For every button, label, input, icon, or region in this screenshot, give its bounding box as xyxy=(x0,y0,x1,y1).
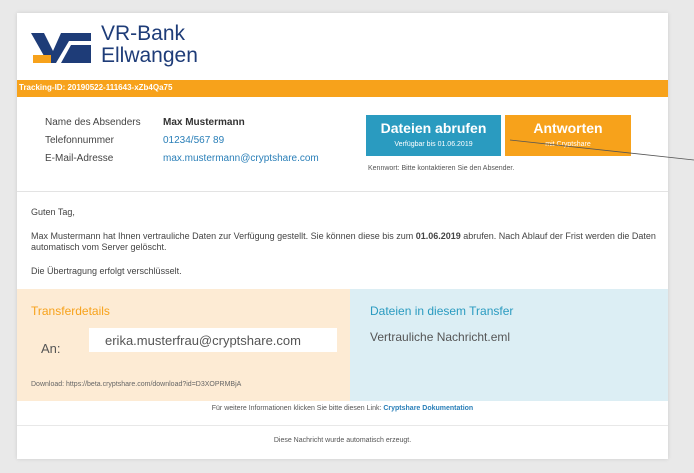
reply-button[interactable]: Antworten mit Cryptshare xyxy=(505,115,631,156)
reply-sub: mit Cryptshare xyxy=(545,141,591,148)
file-item[interactable]: Vertrauliche Nachricht.eml xyxy=(370,330,510,344)
footer-info-text: Für weitere Informationen klicken Sie bi… xyxy=(211,405,384,412)
sender-info: Name des Absenders Max Mustermann Telefo… xyxy=(45,116,319,170)
sender-phone-label: Telefonnummer xyxy=(45,135,114,146)
footer-divider xyxy=(17,425,668,426)
bank-name-line1: VR-Bank xyxy=(101,22,186,45)
divider xyxy=(17,191,668,192)
recipient-label: An: xyxy=(41,341,61,356)
sender-email-link[interactable]: max.mustermann@cryptshare.com xyxy=(163,152,319,170)
footer-info: Für weitere Informationen klicken Sie bi… xyxy=(17,405,668,412)
recipient-email[interactable]: erika.musterfrau@cryptshare.com xyxy=(105,333,301,348)
encryption-note: Die Übertragung erfolgt verschlüsselt. xyxy=(31,266,182,276)
bank-name-line2: Ellwangen xyxy=(101,44,198,67)
transfer-details-panel: Transferdetails An: erika.musterfrau@cry… xyxy=(17,289,350,401)
sender-email-row: E-Mail-Adresse max.mustermann@cryptshare… xyxy=(45,152,319,170)
sender-phone-link[interactable]: 01234/567 89 xyxy=(163,134,224,152)
fetch-files-label: Dateien abrufen xyxy=(380,120,487,136)
sender-email-label: E-Mail-Adresse xyxy=(45,153,114,164)
tracking-id: Tracking-ID: 20190522-111643-xZb4Qa75 xyxy=(19,83,173,92)
download-link[interactable]: Download: https://beta.cryptshare.com/do… xyxy=(31,381,241,388)
greeting: Guten Tag, xyxy=(31,207,75,217)
sender-name-label: Name des Absenders xyxy=(45,117,141,128)
tracking-bar: Tracking-ID: 20190522-111643-xZb4Qa75 xyxy=(17,80,668,97)
expiry-date: 01.06.2019 xyxy=(415,231,461,241)
message-body: Guten Tag, Max Mustermann hat Ihnen vert… xyxy=(31,207,656,290)
message-part1: Max Mustermann hat Ihnen vertrauliche Da… xyxy=(31,231,416,241)
sender-name-row: Name des Absenders Max Mustermann xyxy=(45,116,319,134)
sender-phone-row: Telefonnummer 01234/567 89 xyxy=(45,134,319,152)
recipient-box: erika.musterfrau@cryptshare.com xyxy=(89,328,337,352)
message-paragraph: Max Mustermann hat Ihnen vertrauliche Da… xyxy=(31,231,656,253)
reply-label: Antworten xyxy=(533,120,603,136)
header: VR-Bank Ellwangen xyxy=(17,13,668,80)
documentation-link[interactable]: Cryptshare Dokumentation xyxy=(383,405,473,412)
password-note: Kennwort: Bitte kontaktieren Sie den Abs… xyxy=(368,165,515,172)
files-panel: Dateien in diesem Transfer Vertrauliche … xyxy=(350,289,668,401)
footer-auto-note: Diese Nachricht wurde automatisch erzeug… xyxy=(273,437,412,444)
email-card: VR-Bank Ellwangen Tracking-ID: 20190522-… xyxy=(17,13,668,459)
fetch-files-availability: Verfügbar bis 01.06.2019 xyxy=(394,141,473,148)
fetch-files-button[interactable]: Dateien abrufen Verfügbar bis 01.06.2019 xyxy=(366,115,501,156)
volksbank-logo-icon xyxy=(31,33,91,63)
sender-name-value: Max Mustermann xyxy=(163,117,245,128)
transfer-details-title: Transferdetails xyxy=(31,304,110,318)
bank-name: VR-Bank Ellwangen xyxy=(101,23,198,67)
files-title: Dateien in diesem Transfer xyxy=(370,304,514,318)
